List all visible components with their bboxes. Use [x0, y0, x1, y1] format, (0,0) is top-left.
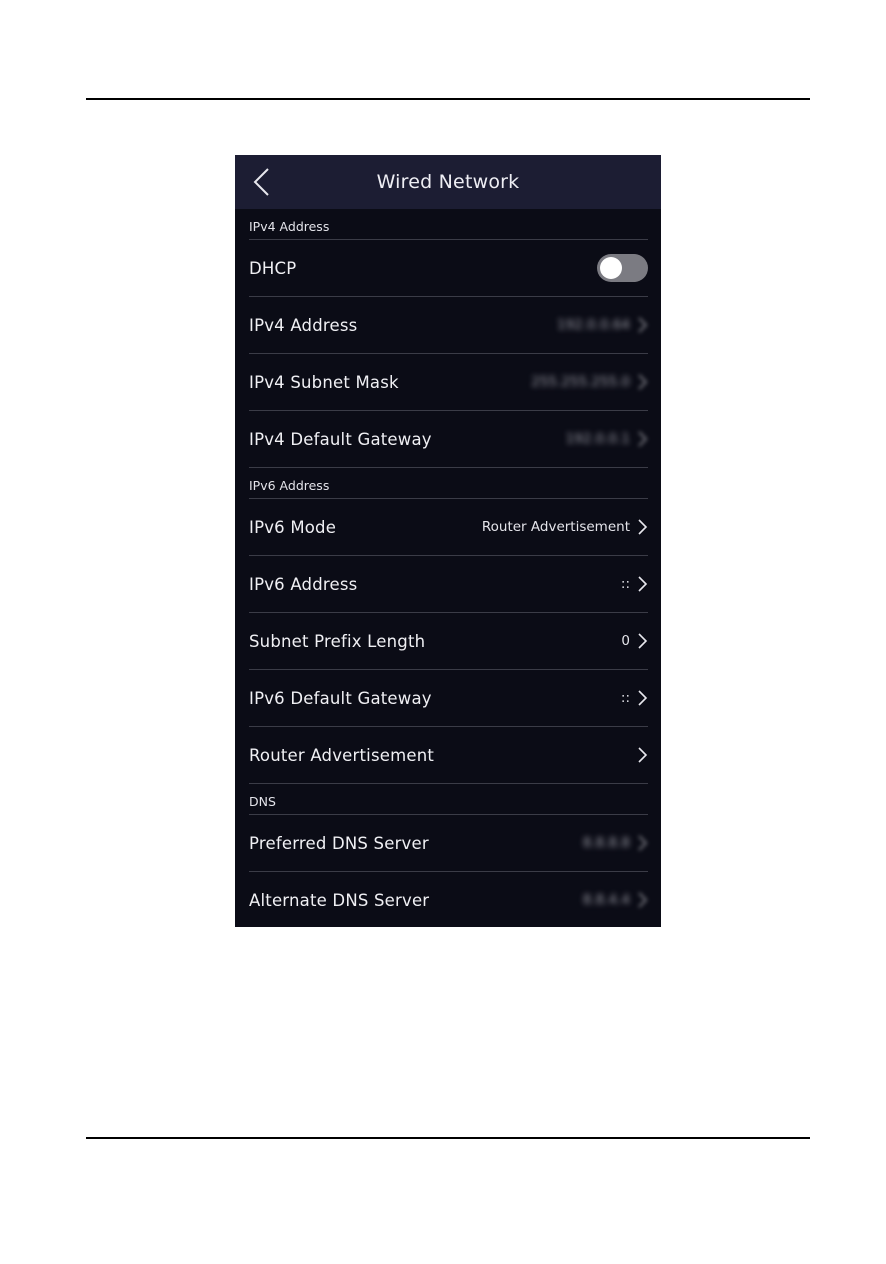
row-value: 0 [621, 633, 630, 649]
row-alternate-dns[interactable]: Alternate DNS Server 8.8.4.4 [249, 872, 648, 927]
chevron-right-icon [638, 690, 648, 706]
row-label: IPv6 Default Gateway [249, 688, 432, 708]
section-header-dns: DNS [249, 784, 648, 815]
chevron-right-icon [638, 835, 648, 851]
row-ipv6-default-gateway[interactable]: IPv6 Default Gateway :: [249, 670, 648, 727]
title-bar: Wired Network [235, 155, 661, 209]
row-label: IPv6 Mode [249, 517, 337, 537]
row-ipv6-address[interactable]: IPv6 Address :: [249, 556, 648, 613]
page-footer-rule [86, 1137, 810, 1139]
chevron-right-icon [638, 317, 648, 333]
back-chevron-icon [253, 168, 269, 196]
back-button[interactable] [251, 167, 275, 197]
row-value: 192.0.0.64 [557, 317, 630, 333]
dhcp-toggle[interactable] [597, 254, 648, 282]
row-ipv4-subnet-mask[interactable]: IPv4 Subnet Mask 255.255.255.0 [249, 354, 648, 411]
page-title: Wired Network [376, 171, 520, 193]
row-ipv4-default-gateway[interactable]: IPv4 Default Gateway 192.0.0.1 [249, 411, 648, 468]
row-ipv6-mode[interactable]: IPv6 Mode Router Advertisement [249, 499, 648, 556]
chevron-right-icon [638, 576, 648, 592]
settings-list: IPv4 Address DHCP IPv4 Address 192.0.0.6… [235, 209, 661, 927]
row-subnet-prefix-length[interactable]: Subnet Prefix Length 0 [249, 613, 648, 670]
chevron-right-icon [638, 374, 648, 390]
row-value: 255.255.255.0 [531, 374, 630, 390]
row-label: IPv4 Address [249, 315, 358, 335]
section-header-ipv6: IPv6 Address [249, 468, 648, 499]
row-ipv4-address[interactable]: IPv4 Address 192.0.0.64 [249, 297, 648, 354]
row-value: 8.8.8.8 [582, 835, 630, 851]
row-label: IPv4 Subnet Mask [249, 372, 399, 392]
row-value: :: [620, 690, 630, 706]
page-header-rule [86, 98, 810, 100]
row-value: 192.0.0.1 [565, 431, 630, 447]
chevron-right-icon [638, 431, 648, 447]
row-label: IPv6 Address [249, 574, 358, 594]
row-router-advertisement[interactable]: Router Advertisement [249, 727, 648, 784]
row-dhcp: DHCP [249, 240, 648, 297]
row-label: IPv4 Default Gateway [249, 429, 432, 449]
device-screen: Wired Network IPv4 Address DHCP IPv4 Add… [235, 155, 661, 927]
row-value: :: [620, 576, 630, 592]
row-label: DHCP [249, 258, 297, 278]
row-label: Alternate DNS Server [249, 890, 430, 910]
chevron-right-icon [638, 747, 648, 763]
toggle-knob [600, 257, 622, 279]
section-header-ipv4: IPv4 Address [249, 209, 648, 240]
row-label: Router Advertisement [249, 745, 435, 765]
row-label: Subnet Prefix Length [249, 631, 426, 651]
row-preferred-dns[interactable]: Preferred DNS Server 8.8.8.8 [249, 815, 648, 872]
chevron-right-icon [638, 519, 648, 535]
row-value: 8.8.4.4 [582, 892, 630, 908]
chevron-right-icon [638, 892, 648, 908]
chevron-right-icon [638, 633, 648, 649]
row-value: Router Advertisement [481, 519, 630, 535]
row-label: Preferred DNS Server [249, 833, 429, 853]
